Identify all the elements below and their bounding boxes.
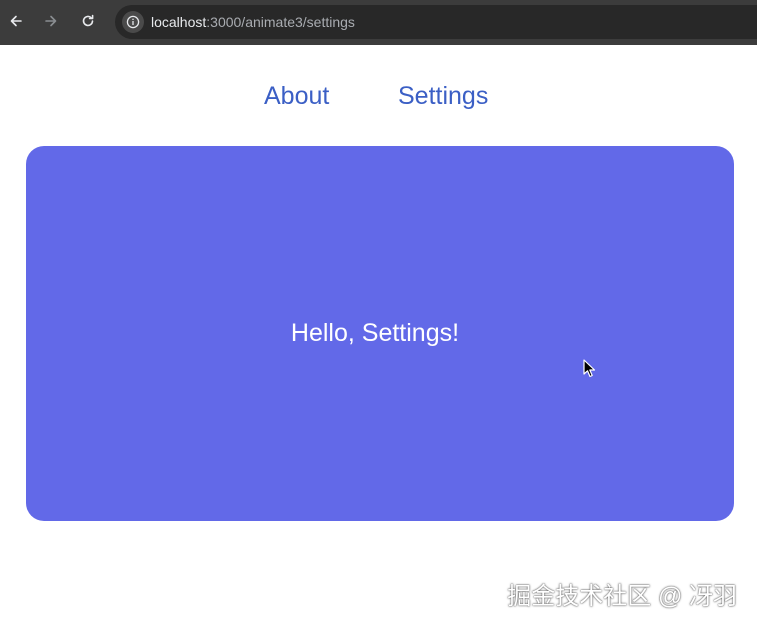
nav-link-about[interactable]: About xyxy=(264,80,329,112)
reload-icon xyxy=(82,14,94,27)
nav-link-settings[interactable]: Settings xyxy=(398,80,488,112)
url-path: :3000/animate3/settings xyxy=(206,14,355,30)
site-info-button[interactable] xyxy=(122,11,144,33)
reload-button[interactable] xyxy=(77,10,99,32)
forward-button[interactable] xyxy=(40,10,62,32)
info-icon xyxy=(126,15,140,29)
url-text[interactable]: localhost:3000/animate3/settings xyxy=(151,14,355,30)
back-button[interactable] xyxy=(5,10,27,32)
watermark: 掘金技术社区 @ 冴羽 xyxy=(507,583,737,610)
top-navigation: About Settings xyxy=(0,80,757,112)
mouse-cursor-icon xyxy=(583,359,596,378)
panel-message: Hello, Settings! xyxy=(290,319,460,347)
url-host: localhost xyxy=(151,14,207,30)
arrow-left-icon xyxy=(10,15,22,27)
arrow-right-icon xyxy=(45,15,57,27)
browser-toolbar: localhost:3000/animate3/settings xyxy=(0,0,757,45)
address-bar[interactable]: localhost:3000/animate3/settings xyxy=(115,5,757,39)
content-panel: Hello, Settings! xyxy=(26,146,734,521)
